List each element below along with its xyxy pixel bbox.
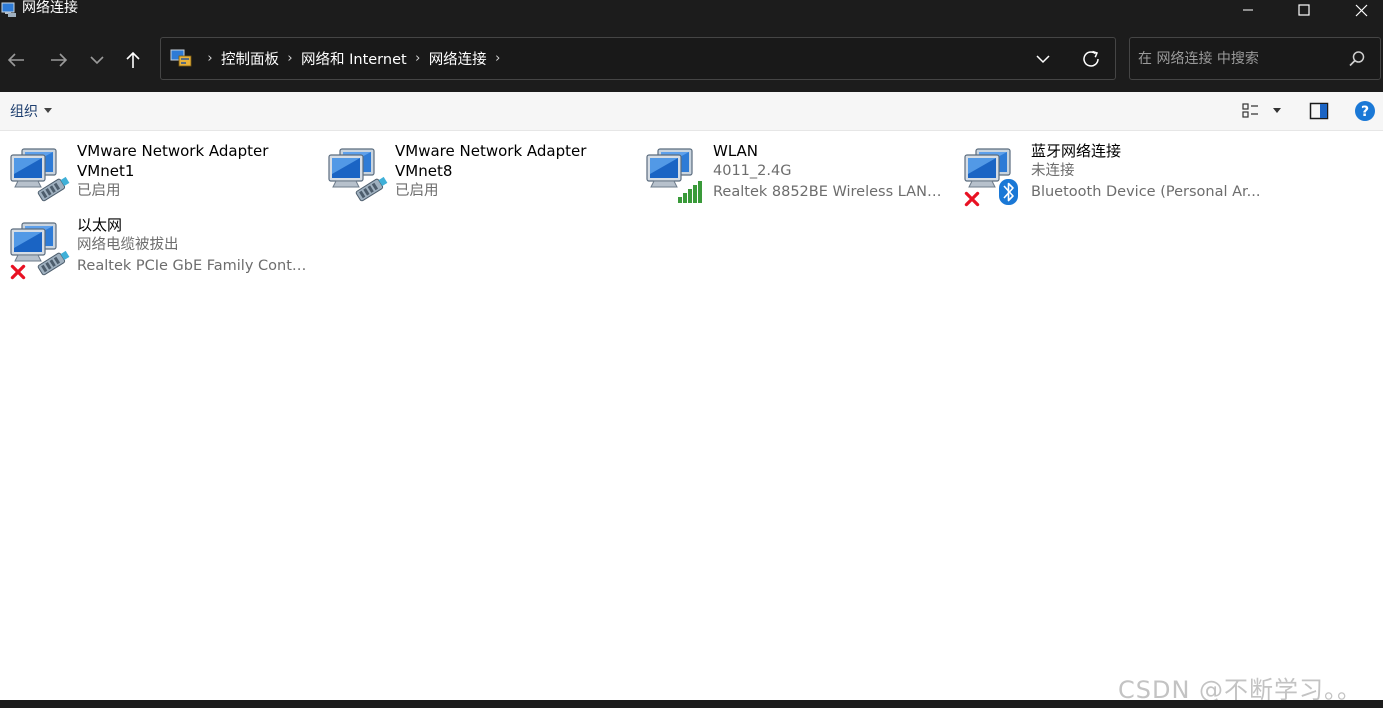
connection-status: 未连接 (1031, 163, 1075, 179)
connection-status: 已启用 (395, 183, 439, 199)
back-button[interactable] (0, 44, 32, 76)
connection-item-bluetooth[interactable]: 蓝牙网络连接 未连接 Bluetooth Device (Personal Ar… (954, 141, 1260, 207)
connection-status: 已启用 (77, 183, 121, 199)
close-icon (1355, 4, 1367, 16)
address-bar[interactable]: › 控制面板 › 网络和 Internet › 网络连接 › (160, 37, 1116, 80)
dropdown-triangle-icon (44, 108, 52, 113)
connection-name-line1: VMware Network Adapter (77, 142, 269, 160)
search-box[interactable] (1129, 37, 1381, 80)
minimize-icon (1243, 9, 1253, 11)
title-bar: 网络连接 (0, 0, 1383, 26)
connection-name: 以太网 (77, 216, 123, 234)
connection-device: Bluetooth Device (Personal Ar... (1031, 184, 1261, 200)
maximize-button[interactable] (1281, 0, 1327, 20)
organize-menu-button[interactable]: 组织 (10, 101, 52, 121)
connection-item-vmnet1[interactable]: VMware Network Adapter VMnet1 已启用 (0, 141, 300, 207)
network-adapter-icon (326, 147, 390, 207)
forward-button[interactable] (43, 44, 75, 76)
breadcrumb-separator-icon[interactable]: › (407, 51, 429, 66)
bluetooth-icon (962, 147, 1018, 207)
preview-pane-icon[interactable] (1309, 101, 1329, 121)
connection-status: 网络电缆被拔出 (77, 237, 179, 253)
back-arrow-icon (7, 53, 24, 67)
help-icon[interactable]: ? (1354, 100, 1376, 122)
close-button[interactable] (1338, 0, 1383, 20)
breadcrumb-separator-icon[interactable]: › (199, 51, 221, 66)
refresh-icon[interactable] (1081, 49, 1103, 69)
connection-status: 4011_2.4G (713, 163, 792, 179)
connection-name-line1: VMware Network Adapter (395, 142, 587, 160)
organize-label: 组织 (10, 104, 38, 120)
svg-text:?: ? (1361, 104, 1369, 120)
connection-device: Realtek 8852BE Wireless LAN ... (713, 184, 943, 200)
maximize-icon (1298, 4, 1310, 16)
search-icon (1349, 51, 1365, 67)
change-view-icon[interactable] (1242, 102, 1260, 120)
connection-name-line2: VMnet1 (77, 162, 135, 180)
wireless-signal-icon (644, 147, 702, 203)
up-button[interactable] (117, 44, 149, 76)
ethernet-disconnected-icon (8, 221, 72, 280)
connection-name: 蓝牙网络连接 (1031, 142, 1122, 160)
recent-locations-button[interactable] (81, 44, 113, 76)
connection-device: Realtek PCIe GbE Family Contr... (77, 258, 307, 274)
navigation-bar: › 控制面板 › 网络和 Internet › 网络连接 › (0, 26, 1383, 92)
search-input[interactable] (1138, 48, 1338, 70)
breadcrumb: › 控制面板 › 网络和 Internet › 网络连接 › (199, 38, 509, 79)
breadcrumb-separator-icon[interactable]: › (487, 51, 509, 66)
breadcrumb-control-panel[interactable]: 控制面板 (221, 48, 279, 69)
network-adapter-icon (8, 147, 72, 207)
breadcrumb-separator-icon[interactable]: › (279, 51, 301, 66)
recent-chevron-icon (90, 56, 104, 65)
breadcrumb-network-internet[interactable]: 网络和 Internet (301, 48, 407, 69)
minimize-button[interactable] (1225, 0, 1271, 20)
up-arrow-icon (126, 51, 140, 68)
connection-name: WLAN (713, 142, 759, 160)
connection-item-wlan[interactable]: WLAN 4011_2.4G Realtek 8852BE Wireless L… (636, 141, 943, 207)
address-history-chevron-icon[interactable] (1033, 50, 1053, 68)
view-options-chevron-icon[interactable] (1272, 107, 1282, 115)
network-connections-app-icon (1, 2, 16, 17)
connection-item-ethernet[interactable]: 以太网 网络电缆被拔出 Realtek PCIe GbE Family Cont… (0, 215, 307, 281)
command-bar: 组织 ? (0, 92, 1383, 131)
connection-name-line2: VMnet8 (395, 162, 453, 180)
taskbar-edge (0, 700, 1383, 708)
control-panel-icon (170, 49, 192, 67)
connection-item-vmnet8[interactable]: VMware Network Adapter VMnet8 已启用 (318, 141, 618, 207)
window-title: 网络连接 (22, 0, 78, 16)
breadcrumb-network-connections[interactable]: 网络连接 (429, 48, 487, 69)
forward-arrow-icon (51, 53, 68, 67)
